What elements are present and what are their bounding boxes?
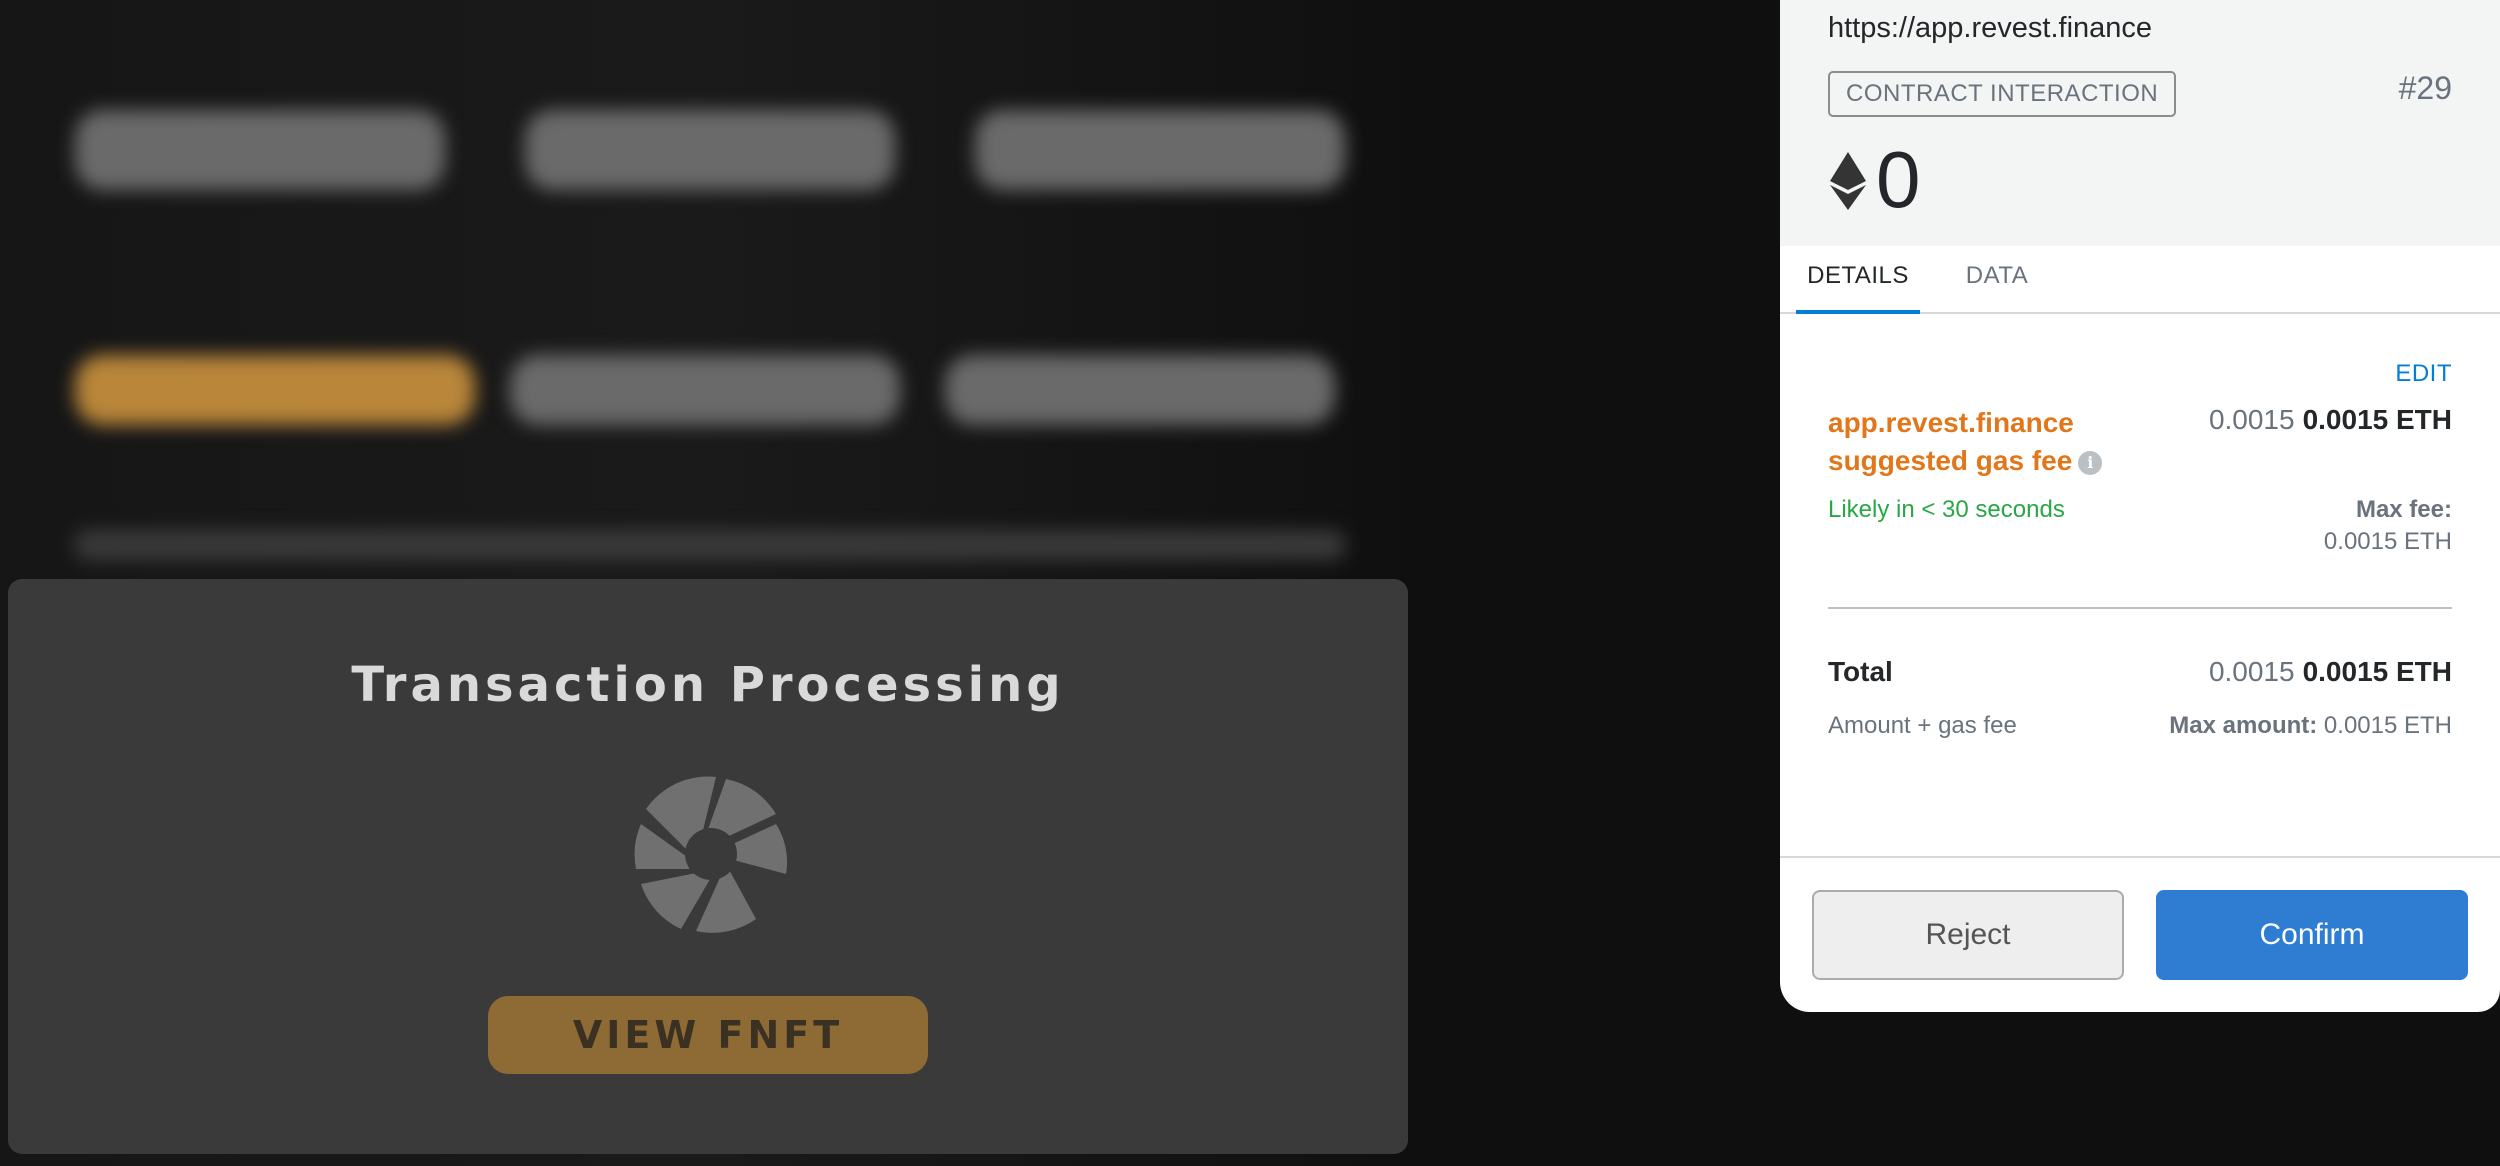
blurred-button <box>945 355 1335 425</box>
max-fee-label: Max fee: <box>2355 496 2452 523</box>
eth-amount: 0 <box>1876 135 1921 224</box>
suggested-gas-fee-label: app.revest.finance suggested gas fee i <box>1828 404 2128 480</box>
gas-fee-bold: 0.0015 ETH <box>2302 404 2452 435</box>
total-amount: 0.0015 0.0015 ETH <box>2209 656 2452 688</box>
blurred-button <box>75 355 475 425</box>
likely-time-text: Likely in < 30 seconds <box>1828 496 2065 523</box>
divider <box>1828 607 2452 609</box>
contract-interaction-badge: CONTRACT INTERACTION <box>1828 71 2177 117</box>
reject-button[interactable]: Reject <box>1812 890 2124 980</box>
blurred-divider <box>75 530 1345 560</box>
ethereum-icon <box>1830 152 1866 210</box>
max-amount-label: Max amount: <box>2169 712 2318 739</box>
confirm-button[interactable]: Confirm <box>2156 890 2468 980</box>
max-amount-value: 0.0015 ETH <box>2323 712 2452 739</box>
modal-title: Transaction Processing <box>351 657 1065 713</box>
view-fnft-button[interactable]: VIEW FNFT <box>488 996 928 1074</box>
total-label: Total <box>1828 656 1893 687</box>
total-bold: 0.0015 ETH <box>2302 656 2452 687</box>
amount-plus-gas-label: Amount + gas fee <box>1828 712 2017 739</box>
blurred-stat-card <box>975 110 1345 190</box>
blurred-button <box>510 355 900 425</box>
tab-details[interactable]: DETAILS <box>1796 246 1920 314</box>
max-amount: Max amount: 0.0015 ETH <box>2169 712 2452 740</box>
gas-fee-amount: 0.0015 0.0015 ETH <box>2209 404 2452 436</box>
transaction-nonce: #29 <box>2398 70 2452 106</box>
total-light: 0.0015 <box>2208 656 2295 687</box>
origin-url: https://app.revest.finance <box>1828 12 2153 44</box>
footer-divider <box>1780 856 2500 858</box>
edit-gas-link[interactable]: EDIT <box>2395 360 2452 388</box>
tab-bar: DETAILS DATA <box>1780 246 2500 314</box>
blurred-stat-card <box>75 110 445 190</box>
blurred-stat-card <box>525 110 895 190</box>
info-icon[interactable]: i <box>2078 450 2103 475</box>
loading-spinner-icon <box>634 776 788 933</box>
transaction-processing-modal: Transaction Processing VIEW FNFT <box>8 579 1408 1154</box>
gas-fee-light: 0.0015 <box>2208 404 2295 435</box>
tab-data[interactable]: DATA <box>1952 246 2042 314</box>
gas-suggested-text: suggested gas fee <box>1828 445 2073 476</box>
wallet-confirmation-popup: https://app.revest.finance CONTRACT INTE… <box>1780 0 2500 1012</box>
popup-header: https://app.revest.finance CONTRACT INTE… <box>1780 0 2500 246</box>
max-fee-value: 0.0015 ETH <box>2323 528 2452 555</box>
gas-origin-text: app.revest.finance <box>1828 407 2074 438</box>
